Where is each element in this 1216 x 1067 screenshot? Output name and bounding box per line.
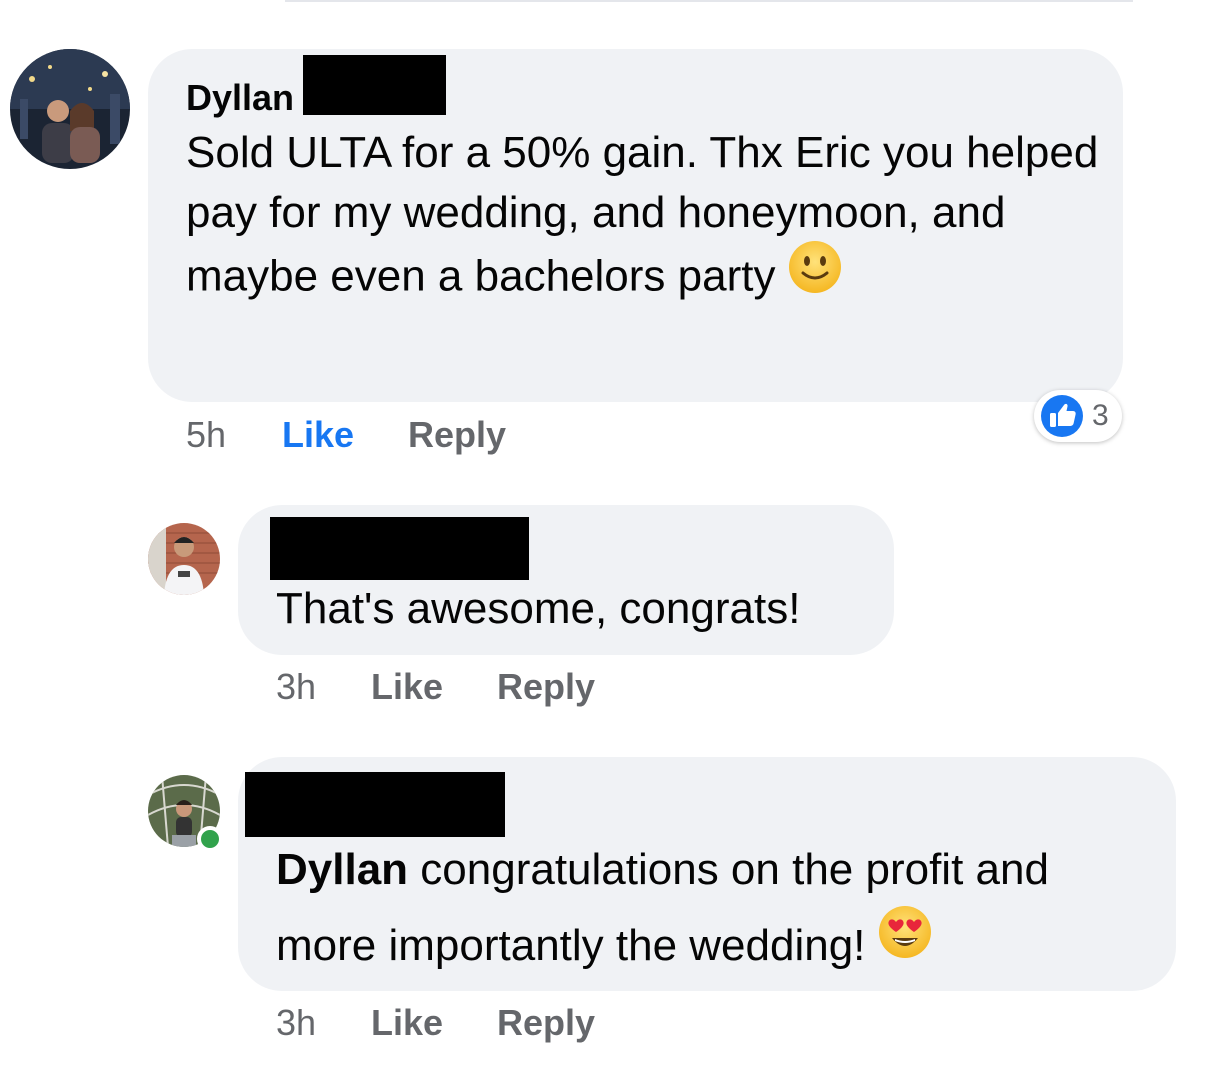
reply-button[interactable]: Reply [497,1002,595,1044]
reply-button[interactable]: Reply [497,666,595,708]
redacted-name [245,772,505,837]
comment-text: Dyllan congratulations on the profit and… [276,832,1156,988]
slightly-smiling-face-icon [787,239,843,311]
redacted-name [303,55,446,115]
redacted-name [270,517,529,580]
reaction-count: 3 [1092,399,1109,432]
reaction-summary[interactable]: 3 [1034,390,1122,442]
comment-author[interactable]: Dyllan [186,77,294,119]
heart-eyes-face-icon [877,904,933,984]
top-divider [285,0,1133,2]
comment-bubble: Dyllan Sold ULTA for a 50% gain. Thx Eri… [148,49,1123,402]
avatar[interactable] [10,49,130,169]
mention-link[interactable]: Dyllan [276,845,408,894]
comment-body: Sold ULTA for a 50% gain. Thx Eric you h… [186,128,1099,301]
comment-bubble: Dyllan congratulations on the profit and… [238,757,1176,991]
comment-time[interactable]: 3h [276,666,316,708]
comment-time[interactable]: 5h [186,414,226,456]
like-button[interactable]: Like [371,1002,443,1044]
comment-text: Sold ULTA for a 50% gain. Thx Eric you h… [186,123,1106,315]
comment-bubble: That's awesome, congrats! [238,505,894,655]
comment-text: That's awesome, congrats! [276,584,801,633]
avatar[interactable] [148,523,220,595]
like-button[interactable]: Like [371,666,443,708]
reply-button[interactable]: Reply [408,414,506,456]
thumbs-up-icon [1040,394,1084,443]
comment-time[interactable]: 3h [276,1002,316,1044]
online-status-indicator [197,826,223,852]
like-button[interactable]: Like [282,414,354,456]
